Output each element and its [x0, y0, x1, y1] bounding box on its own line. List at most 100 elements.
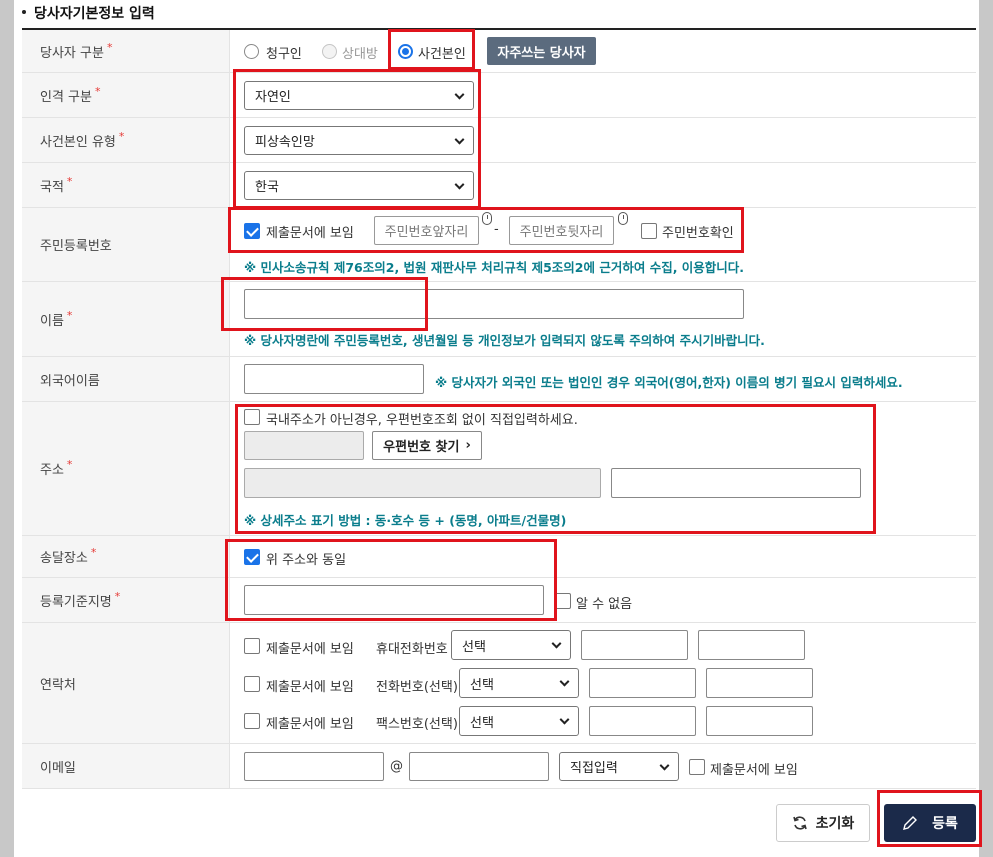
submit-label: 등록 — [932, 816, 958, 832]
address-manual-checkbox[interactable] — [244, 409, 260, 425]
nationality-select[interactable]: 한국 — [244, 171, 474, 200]
label-text: 사건본인 유형 — [40, 134, 116, 150]
radio-opponent-label: 상대방 — [342, 47, 378, 62]
person-type-select[interactable]: 자연인 — [244, 81, 474, 110]
chevron-down-icon — [559, 714, 570, 725]
phone-middle-input[interactable] — [589, 668, 696, 698]
phone-last-input[interactable] — [706, 668, 813, 698]
chevron-down-icon — [454, 89, 465, 100]
label-delivery: 송달장소 * — [22, 536, 230, 577]
required-mark: * — [106, 40, 113, 54]
reg-place-input[interactable] — [244, 585, 544, 615]
row-party-type: 당사자 구분 * 청구인 상대방 사건본인 자주쓰는 당사자 — [22, 30, 976, 73]
label-text: 이메일 — [40, 760, 76, 776]
radio-claimant[interactable] — [244, 44, 259, 59]
fax-middle-input[interactable] — [589, 706, 696, 736]
select-value: 피상속인망 — [255, 135, 315, 150]
label-text: 주소 — [40, 463, 64, 478]
row-foreign-name: 외국어이름 ※ 당사자가 외국인 또는 법인인 경우 외국어(영어,한자) 이름… — [22, 357, 976, 402]
rrn-confirm-checkbox[interactable] — [641, 223, 657, 239]
label-nationality: 국적 * — [22, 163, 230, 207]
row-principal-type: 사건본인 유형 * 피상속인망 — [22, 118, 976, 163]
select-value: 자연인 — [255, 90, 291, 105]
rrn-back-input[interactable]: 주민번호뒷자리 — [509, 216, 614, 245]
label-rrn: 주민등록번호 — [22, 208, 230, 281]
row-person-type: 인격 구분 * 자연인 — [22, 73, 976, 118]
reg-place-unknown-checkbox[interactable] — [555, 593, 571, 609]
rrn-show-label: 제출문서에 보임 — [266, 226, 354, 241]
zipcode-input[interactable] — [244, 431, 364, 460]
reg-place-unknown-label: 알 수 없음 — [576, 597, 633, 612]
label-text: 이름 — [40, 313, 64, 329]
label-text: 외국어이름 — [40, 373, 100, 389]
row-reg-place: 등록기준지명 * 알 수 없음 — [22, 578, 976, 623]
phone-show-label: 제출문서에 보임 — [266, 680, 354, 695]
name-note: ※ 당사자명란에 주민등록번호, 생년월일 등 개인정보가 입력되지 않도록 주… — [244, 333, 765, 348]
delivery-same-checkbox[interactable] — [244, 549, 260, 565]
mobile-middle-input[interactable] — [581, 630, 688, 660]
select-value: 선택 — [470, 677, 494, 693]
required-mark: * — [90, 546, 97, 559]
mobile-prefix-select[interactable]: 선택 — [451, 630, 571, 660]
phone-show-checkbox[interactable] — [244, 676, 260, 692]
fax-type-label: 팩스번호(선택) — [376, 717, 458, 732]
reset-button[interactable]: 초기화 — [776, 804, 870, 842]
address-main-input[interactable] — [244, 468, 601, 498]
radio-opponent[interactable] — [322, 44, 337, 59]
fax-prefix-select[interactable]: 선택 — [459, 706, 579, 736]
principal-type-select[interactable]: 피상속인망 — [244, 126, 474, 155]
fax-last-input[interactable] — [706, 706, 813, 736]
label-party-type: 당사자 구분 * — [22, 30, 230, 72]
submit-button[interactable]: 등록 — [884, 804, 976, 842]
label-text: 인격 구분 — [40, 89, 92, 105]
refresh-icon — [792, 816, 807, 830]
chevron-down-icon — [454, 134, 465, 145]
radio-claimant-label: 청구인 — [266, 47, 302, 62]
mobile-last-input[interactable] — [698, 630, 805, 660]
row-name: 이름 * ※ 당사자명란에 주민등록번호, 생년월일 등 개인정보가 입력되지 않… — [22, 282, 976, 357]
select-value: 한국 — [255, 180, 279, 195]
address-note: ※ 상세주소 표기 방법 : 동·호수 등 + (동명, 아파트/건물명) — [244, 513, 567, 528]
required-mark: * — [114, 589, 121, 603]
select-value: 직접입력 — [570, 761, 618, 776]
fax-show-label: 제출문서에 보임 — [266, 717, 354, 732]
zipcode-search-button[interactable]: 우편번호 찾기 › — [372, 431, 482, 460]
email-domain-select[interactable]: 직접입력 — [559, 752, 679, 781]
pencil-icon — [903, 816, 918, 830]
label-contact: 연락처 — [22, 623, 230, 743]
frequent-party-button[interactable]: 자주쓰는 당사자 — [487, 37, 596, 65]
party-info-panel: 당사자기본정보 입력 당사자 구분 * 청구인 상대방 사건본인 자주쓰는 당사자… — [14, 0, 982, 857]
rrn-show-checkbox[interactable] — [244, 223, 260, 239]
fax-show-checkbox[interactable] — [244, 713, 260, 729]
label-name: 이름 * — [22, 282, 230, 356]
name-input[interactable] — [244, 289, 744, 319]
row-email: 이메일 @ 직접입력 제출문서에 보임 — [22, 744, 976, 789]
label-reg-place: 등록기준지명 * — [22, 578, 230, 622]
label-person-type: 인격 구분 * — [22, 73, 230, 117]
label-text: 주민등록번호 — [40, 239, 112, 254]
label-foreign-name: 외국어이름 — [22, 357, 230, 401]
radio-principal-label: 사건본인 — [418, 47, 466, 62]
mobile-show-checkbox[interactable] — [244, 638, 260, 654]
section-title-text: 당사자기본정보 입력 — [34, 6, 155, 22]
foreign-name-input[interactable] — [244, 364, 424, 394]
phone-type-label: 전화번호(선택) — [376, 680, 458, 695]
phone-prefix-select[interactable]: 선택 — [459, 668, 579, 698]
email-local-input[interactable] — [244, 752, 384, 781]
email-at-sign: @ — [390, 759, 403, 774]
label-text: 송달장소 — [40, 551, 88, 566]
address-detail-input[interactable] — [611, 468, 861, 498]
row-delivery: 송달장소 * 위 주소와 동일 — [22, 536, 976, 578]
chevron-down-icon — [659, 760, 670, 771]
label-address: 주소 * — [22, 402, 230, 535]
label-text: 연락처 — [40, 677, 76, 693]
foreign-name-note: ※ 당사자가 외국인 또는 법인인 경우 외국어(영어,한자) 이름의 병기 필… — [435, 375, 903, 390]
mouse-icon — [482, 212, 492, 225]
email-show-checkbox[interactable] — [689, 759, 705, 775]
rrn-front-input[interactable]: 주민번호앞자리 — [374, 216, 479, 245]
mobile-type-label: 휴대전화번호 — [376, 642, 448, 657]
required-mark: * — [118, 129, 125, 143]
email-domain-input[interactable] — [409, 752, 549, 781]
radio-principal[interactable] — [398, 44, 413, 59]
required-mark: * — [66, 308, 73, 322]
